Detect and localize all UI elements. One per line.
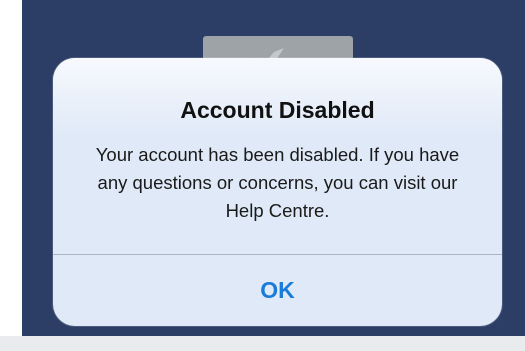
alert-message: Your account has been disabled. If you h… bbox=[95, 144, 460, 221]
account-disabled-alert: Account Disabled Your account has been d… bbox=[53, 58, 502, 326]
bottom-strip bbox=[0, 336, 525, 351]
screen: Account Disabled Your account has been d… bbox=[0, 0, 525, 351]
alert-title: Account Disabled bbox=[180, 97, 375, 123]
screen-left-edge bbox=[0, 0, 22, 345]
ok-button[interactable]: OK bbox=[53, 255, 502, 326]
